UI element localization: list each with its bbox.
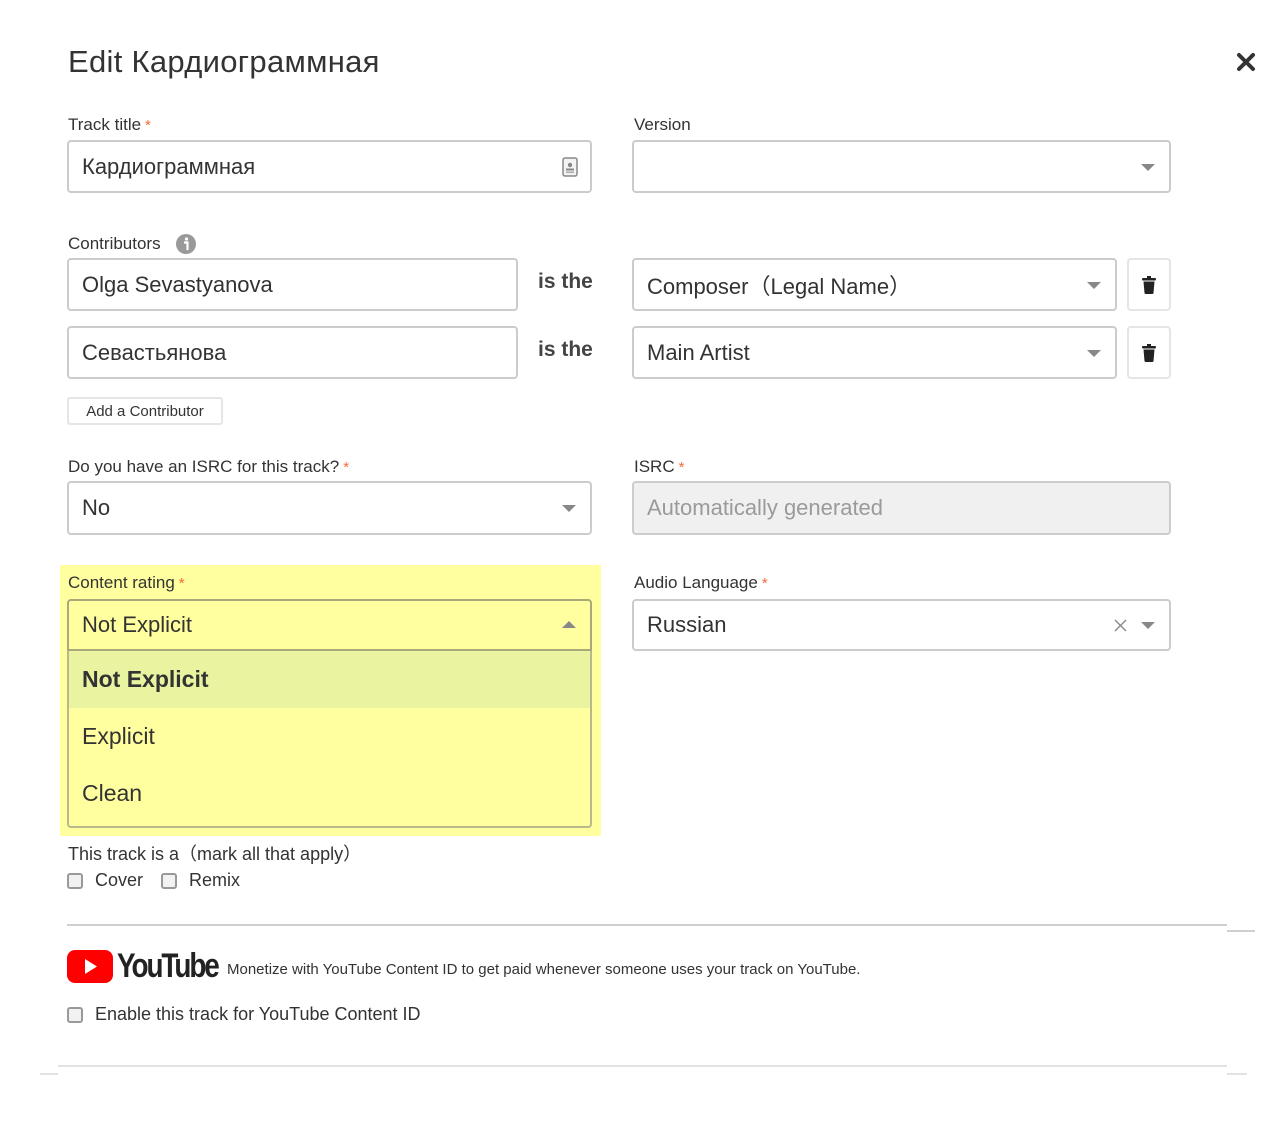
youtube-description: Monetize with YouTube Content ID to get … xyxy=(227,961,861,978)
youtube-content-id-checkbox[interactable] xyxy=(67,1006,83,1023)
clear-icon[interactable] xyxy=(1114,619,1127,632)
chevron-down-icon xyxy=(1141,163,1155,171)
chevron-down-icon xyxy=(562,505,576,512)
required-mark: * xyxy=(761,575,768,592)
youtube-enable-label: Enable this track for YouTube Content ID xyxy=(95,1004,421,1024)
dialog-title: Edit Кардиограммная xyxy=(68,44,380,79)
content-rating-label: Content rating * xyxy=(68,573,185,592)
isrc-question-label: Do you have an ISRC for this track? * xyxy=(68,457,350,476)
close-button[interactable] xyxy=(1232,48,1260,76)
close-icon xyxy=(1237,53,1255,71)
dropdown-option[interactable]: Explicit xyxy=(69,708,590,765)
required-mark: * xyxy=(343,459,350,476)
youtube-logo-text: YouTube xyxy=(117,947,220,985)
required-mark: * xyxy=(178,575,185,592)
contributor-name-input[interactable]: Olga Sevastyanova xyxy=(67,258,518,311)
isrc-input: Automatically generated xyxy=(632,481,1171,535)
trash-icon xyxy=(1142,275,1156,294)
cover-checkbox[interactable] xyxy=(67,872,83,889)
cover-label: Cover xyxy=(95,870,144,890)
trash-icon xyxy=(1142,343,1156,362)
divider xyxy=(40,1073,58,1075)
isrc-question-select[interactable]: No xyxy=(67,481,592,535)
youtube-logo-icon xyxy=(67,950,113,983)
divider xyxy=(67,924,1227,926)
contact-card-icon[interactable] xyxy=(562,157,578,177)
remix-label: Remix xyxy=(189,870,241,890)
contributor-role-select[interactable]: Main Artist xyxy=(632,326,1117,379)
youtube-row: YouTube Monetize with YouTube Content ID… xyxy=(67,947,860,986)
required-mark: * xyxy=(678,459,685,476)
version-label: Version xyxy=(634,115,691,134)
delete-contributor-button[interactable] xyxy=(1127,258,1171,311)
content-rating-select[interactable]: Not Explicit xyxy=(67,599,592,651)
is-the-label: is the xyxy=(538,270,593,293)
isrc-label: ISRC * xyxy=(634,457,685,476)
contributor-role-select[interactable]: Composer（Legal Name） xyxy=(632,258,1117,311)
contributor-name-input[interactable]: Севастьянова xyxy=(67,326,518,379)
chevron-down-icon xyxy=(1141,622,1155,629)
info-icon[interactable] xyxy=(175,233,197,255)
required-mark: * xyxy=(145,117,151,134)
is-the-label: is the xyxy=(538,338,593,361)
remix-checkbox[interactable] xyxy=(161,872,178,889)
contributors-label: Contributors xyxy=(68,233,197,255)
track-title-input[interactable]: Кардиограммная xyxy=(67,140,592,193)
divider xyxy=(58,1065,1227,1067)
delete-contributor-button[interactable] xyxy=(1127,326,1171,379)
chevron-up-icon xyxy=(562,621,576,628)
track-title-label: Track title * xyxy=(68,115,151,134)
track-type-label: This track is a（mark all that apply） xyxy=(68,844,362,864)
chevron-down-icon xyxy=(1087,281,1101,289)
youtube-enable-row: Enable this track for YouTube Content ID xyxy=(67,1004,421,1025)
dropdown-option[interactable]: Not Explicit xyxy=(69,651,590,708)
content-rating-dropdown: Not Explicit Explicit Clean xyxy=(67,651,592,828)
divider xyxy=(1227,930,1255,932)
audio-language-select[interactable]: Russian xyxy=(632,599,1171,651)
divider xyxy=(1227,1073,1247,1075)
track-type-options: Cover Remix xyxy=(67,870,240,891)
dropdown-option[interactable]: Clean xyxy=(69,765,590,822)
chevron-down-icon xyxy=(1087,349,1101,357)
add-contributor-button[interactable]: Add a Contributor xyxy=(67,397,223,425)
version-select[interactable] xyxy=(632,140,1171,193)
audio-language-label: Audio Language * xyxy=(634,573,768,592)
